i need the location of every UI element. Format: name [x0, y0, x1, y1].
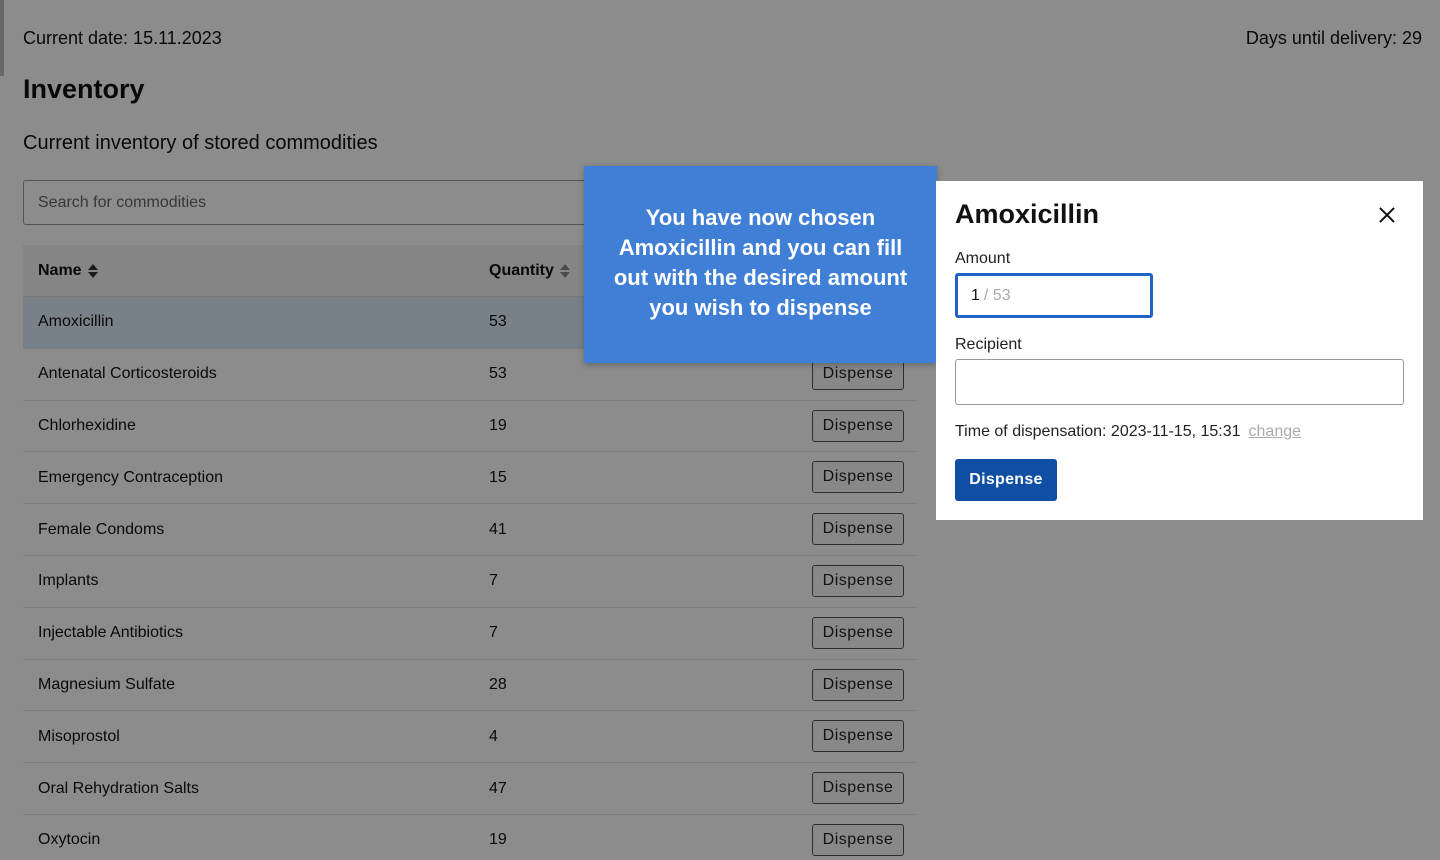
recipient-label: Recipient: [955, 336, 1022, 353]
close-icon[interactable]: [1377, 205, 1397, 225]
amount-max: / 53: [983, 286, 1011, 304]
recipient-input[interactable]: [955, 359, 1404, 405]
tutorial-tooltip: You have now chosen Amoxicillin and you …: [584, 166, 947, 363]
dispensation-time: Time of dispensation: 2023-11-15, 15:31 …: [955, 423, 1301, 441]
amount-label: Amount: [955, 250, 1011, 267]
amount-input[interactable]: 1 / 53: [955, 273, 1153, 318]
dispense-submit-button[interactable]: Dispense: [955, 459, 1057, 501]
dispensation-time-text: Time of dispensation: 2023-11-15, 15:31: [955, 423, 1241, 440]
dialog-title: Amoxicillin: [955, 199, 1100, 229]
tooltip-text: You have now chosen Amoxicillin and you …: [613, 205, 908, 320]
change-time-link[interactable]: change: [1249, 423, 1302, 441]
inventory-page: Current date: 15.11.2023 Days until deli…: [0, 0, 1440, 860]
dispense-dialog: Amoxicillin Amount 1 / 53 Recipient Time…: [936, 181, 1423, 520]
amount-value: 1: [971, 286, 980, 304]
